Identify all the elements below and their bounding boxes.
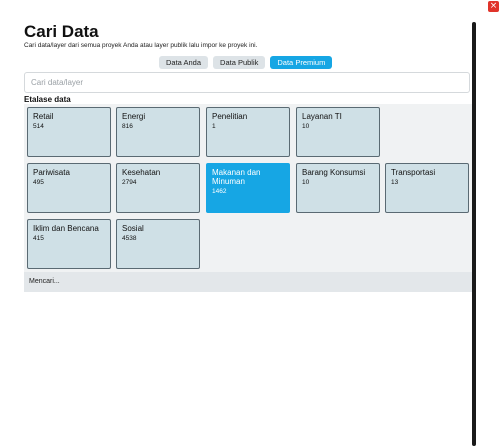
card-pariwisata[interactable]: Pariwisata 495	[27, 163, 111, 213]
section-label: Etalase data	[24, 95, 71, 104]
card-count: 495	[33, 179, 44, 186]
card-count: 4538	[122, 235, 137, 242]
card-name: Sosial	[122, 224, 144, 233]
card-name: Kesehatan	[122, 168, 161, 177]
tab-bar: Data Anda Data Publik Data Premium	[159, 56, 333, 69]
card-name: Pariwisata	[33, 168, 70, 177]
tab-data-anda[interactable]: Data Anda	[159, 56, 209, 69]
card-kesehatan[interactable]: Kesehatan 2794	[116, 163, 200, 213]
scrollbar[interactable]	[472, 22, 476, 446]
page-subtitle: Cari data/layer dari semua proyek Anda a…	[24, 42, 258, 49]
card-name: Iklim dan Bencana	[33, 224, 99, 233]
card-count: 1462	[212, 188, 227, 195]
card-name: Energi	[122, 112, 146, 121]
card-sosial[interactable]: Sosial 4538	[116, 219, 200, 269]
search-input[interactable]	[24, 72, 470, 93]
card-penelitian[interactable]: Penelitian 1	[206, 107, 290, 157]
card-name: Transportasi	[391, 168, 436, 177]
showcase-grid: Retail 514 Energi 816 Penelitian 1 Layan…	[24, 104, 472, 272]
tab-data-premium[interactable]: Data Premium	[270, 56, 333, 69]
card-retail[interactable]: Retail 514	[27, 107, 111, 157]
card-name: Penelitian	[212, 112, 248, 121]
card-count: 10	[302, 179, 310, 186]
close-button[interactable]: ×	[488, 1, 499, 12]
card-name: Layanan TI	[302, 112, 342, 121]
card-count: 2794	[122, 179, 137, 186]
card-name: Retail	[33, 112, 54, 121]
status-bar: Mencari...	[24, 272, 472, 292]
card-count: 10	[302, 123, 310, 130]
card-count: 415	[33, 235, 44, 242]
card-count: 13	[391, 179, 399, 186]
card-iklim-dan-bencana[interactable]: Iklim dan Bencana 415	[27, 219, 111, 269]
card-name: Barang Konsumsi	[302, 168, 366, 177]
card-transportasi[interactable]: Transportasi 13	[385, 163, 469, 213]
card-barang-konsumsi[interactable]: Barang Konsumsi 10	[296, 163, 380, 213]
page-title: Cari Data	[24, 22, 99, 41]
status-text: Mencari...	[29, 278, 60, 285]
card-count: 1	[212, 123, 216, 130]
card-makanan-dan-minuman[interactable]: Makanan dan Minuman 1462	[206, 163, 290, 213]
card-energi[interactable]: Energi 816	[116, 107, 200, 157]
tab-data-publik[interactable]: Data Publik	[213, 56, 266, 69]
card-name: Makanan dan Minuman	[212, 168, 261, 186]
card-count: 816	[122, 123, 133, 130]
close-icon: ×	[489, 1, 498, 11]
card-layanan-ti[interactable]: Layanan TI 10	[296, 107, 380, 157]
card-count: 514	[33, 123, 44, 130]
